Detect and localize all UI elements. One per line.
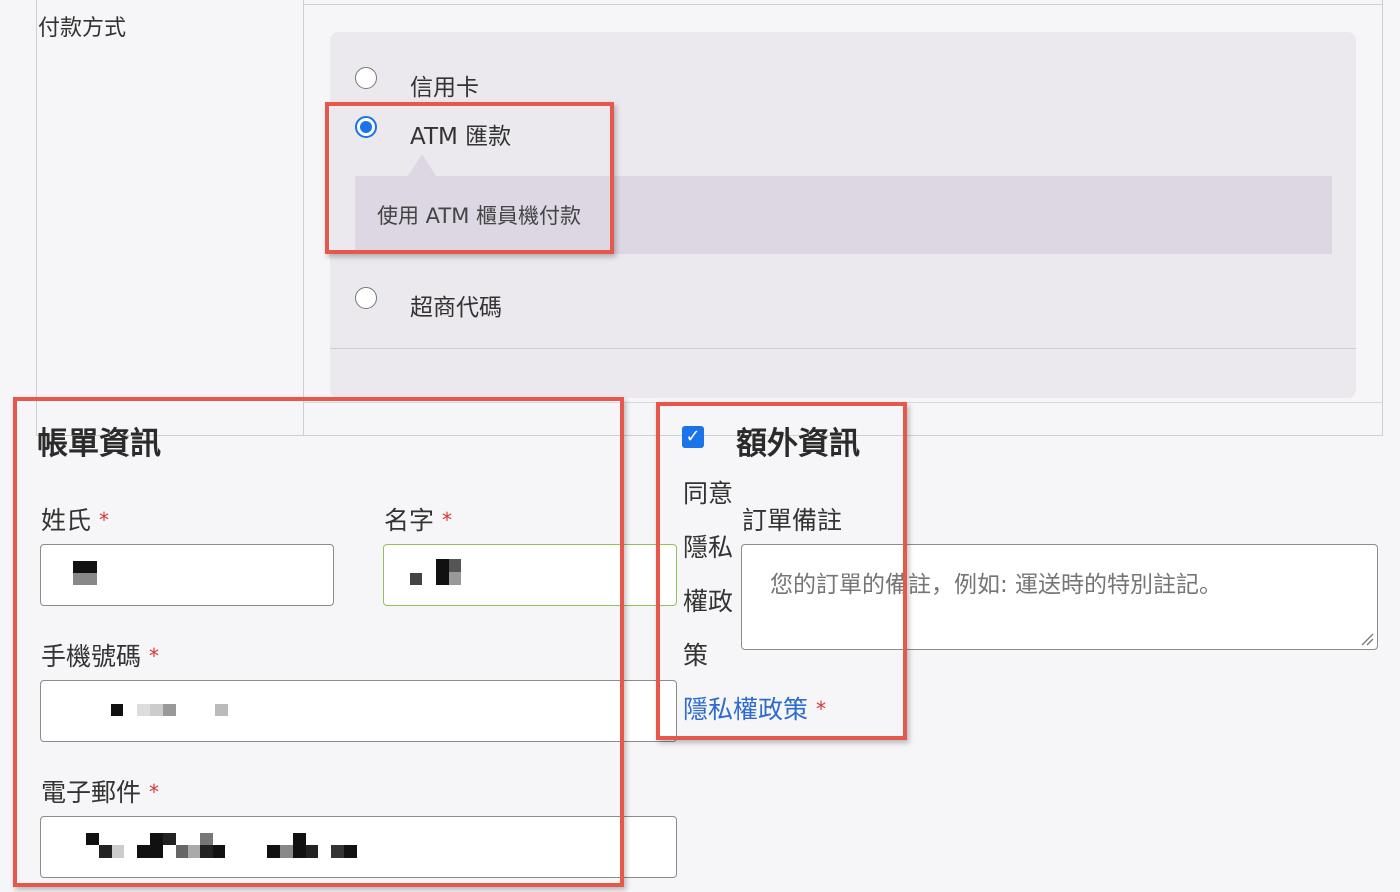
radio-credit-card[interactable] (355, 67, 377, 89)
payment-option-convenience-store-label[interactable]: 超商代碼 (410, 288, 502, 322)
payment-option-credit-card-label[interactable]: 信用卡 (410, 68, 479, 102)
table-divider (303, 4, 1383, 5)
resize-handle-icon[interactable] (1360, 632, 1374, 646)
highlight-box-additional (656, 402, 907, 740)
highlight-box-atm (325, 102, 614, 254)
table-divider (303, 0, 304, 436)
highlight-box-billing (13, 397, 624, 887)
panel-divider (330, 348, 1356, 349)
radio-convenience-store[interactable] (355, 287, 377, 309)
payment-method-label: 付款方式 (38, 16, 127, 41)
